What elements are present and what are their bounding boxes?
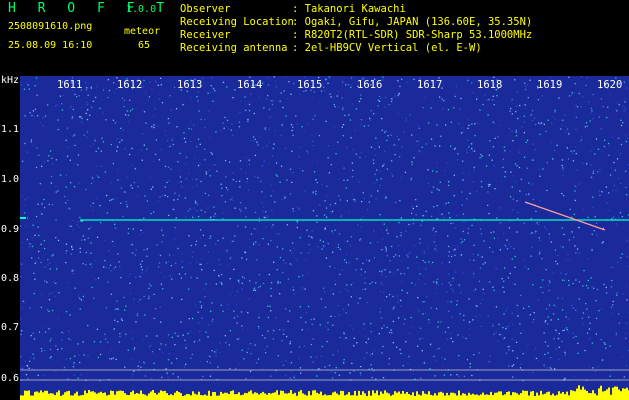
- mode-label: meteor: [124, 26, 161, 37]
- datetime-stamp: 25.08.09 16:10: [8, 40, 93, 51]
- y-tick-label: 0.6: [1, 373, 20, 384]
- spectrogram-background: [20, 76, 629, 400]
- x-tick-label: 1611: [57, 79, 83, 91]
- info-label-antenna: Receiving antenna: [180, 42, 288, 54]
- app-version: 1.0.0: [126, 4, 157, 15]
- y-tick-label: 0.7: [1, 322, 20, 333]
- x-tick-label: 1620: [597, 79, 623, 91]
- info-value-location: : Ogaki, Gifu, JAPAN (136.60E, 35.35N): [292, 16, 533, 28]
- y-tick-label: 0.8: [1, 273, 20, 284]
- spectrogram-plot: [20, 76, 629, 400]
- info-label-observer: Observer: [180, 3, 231, 15]
- y-unit-label: kHz: [1, 75, 20, 86]
- header-panel: H R O F F T 1.0.0 2508091610.png meteor …: [0, 0, 629, 76]
- y-tick-label: 1.1: [1, 124, 20, 135]
- x-tick-label: 1617: [417, 79, 443, 91]
- x-tick-label: 1618: [477, 79, 503, 91]
- y-tick-label: 0.9: [1, 224, 20, 235]
- x-tick-label: 1612: [117, 79, 143, 91]
- y-tick-label: 1.0: [1, 174, 20, 185]
- info-value-antenna: : 2el-HB9CV Vertical (el. E-W): [292, 42, 482, 54]
- file-name: 2508091610.png: [8, 21, 93, 32]
- x-tick-label: 1615: [297, 79, 323, 91]
- x-tick-label: 1619: [537, 79, 563, 91]
- x-tick-label: 1614: [237, 79, 263, 91]
- info-value-receiver: : R820T2(RTL-SDR) SDR-Sharp 53.1000MHz: [292, 29, 533, 41]
- meteor-count: 65: [138, 40, 151, 51]
- x-tick-label: 1613: [177, 79, 203, 91]
- info-label-location: Receiving Location: [180, 16, 294, 28]
- info-value-observer: : Takanori Kawachi: [292, 3, 406, 15]
- info-label-receiver: Receiver: [180, 29, 231, 41]
- x-tick-label: 1616: [357, 79, 383, 91]
